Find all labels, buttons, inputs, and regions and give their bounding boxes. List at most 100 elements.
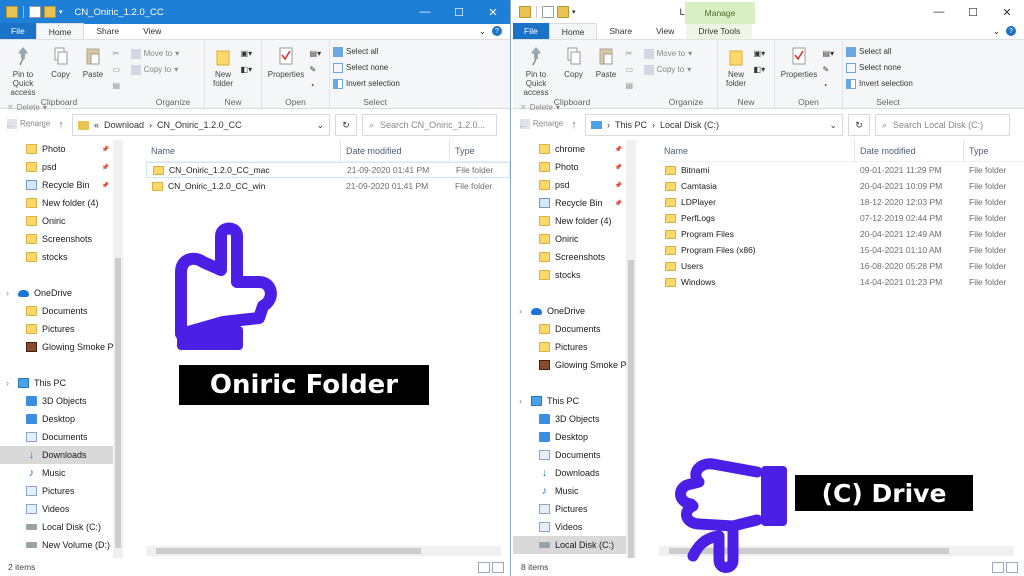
nav-item[interactable]: New folder (4) (0, 194, 123, 212)
search-input[interactable]: ⌕ Search Local Disk (C:) (875, 114, 1010, 136)
chevron-down-icon[interactable]: ▾ (572, 8, 576, 16)
chevron-down-icon[interactable]: ⌄ (993, 26, 1000, 37)
nav-item[interactable]: Glowing Smoke Phot (513, 356, 636, 374)
chevron-down-icon[interactable]: ⌄ (829, 120, 837, 131)
nav-scrollbar-thumb[interactable] (628, 260, 634, 558)
tab-file[interactable]: File (513, 23, 549, 39)
details-view-icon[interactable] (992, 561, 1004, 573)
properties-button[interactable]: Properties (265, 43, 307, 79)
recent-locations-icon[interactable]: ⌄ (551, 121, 563, 130)
nav-item[interactable]: Pictures (0, 320, 123, 338)
file-row[interactable]: PerfLogs 07-12-2019 02:44 PM File folder (659, 210, 1024, 226)
nav-item[interactable]: Documents (0, 302, 123, 320)
column-header-name[interactable]: Name (146, 139, 341, 162)
nav-item[interactable]: New Volume (D:) (0, 536, 123, 554)
tab-home[interactable]: Home (548, 23, 598, 39)
tab-view[interactable]: View (131, 23, 173, 39)
new-item-icon[interactable]: ▣▾ (754, 47, 766, 60)
nav-item[interactable]: Local Disk (C:) (513, 536, 636, 554)
address-overflow[interactable]: « (94, 120, 99, 130)
nav-item[interactable]: New folder (4) (513, 212, 636, 230)
properties-icon[interactable] (542, 6, 554, 18)
copy-path-icon[interactable]: ▭ (626, 63, 634, 76)
history-icon[interactable]: ◔ (823, 79, 835, 92)
chevron-down-icon[interactable]: ⌄ (479, 26, 486, 37)
large-icons-view-icon[interactable] (492, 561, 504, 573)
nav-item[interactable]: ↓ Downloads (513, 464, 636, 482)
nav-item[interactable]: ♪ Music (0, 464, 123, 482)
chevron-down-icon[interactable]: ⌄ (316, 120, 324, 131)
open-icon[interactable]: ▤▾ (823, 47, 835, 60)
address-bar[interactable]: « Download › CN_Oniric_1.2.0_CC ⌄ (72, 114, 330, 136)
easy-access-icon[interactable]: ◧▾ (241, 63, 253, 76)
tab-manage[interactable]: Manage (685, 2, 755, 24)
refresh-button[interactable]: ↻ (848, 114, 870, 136)
column-header-date[interactable]: Date modified (855, 139, 964, 162)
file-row[interactable]: Windows 14-04-2021 01:23 PM File folder (659, 274, 1024, 290)
select-none-button[interactable]: Select none (846, 61, 913, 74)
file-row[interactable]: Users 16-08-2020 05:28 PM File folder (659, 258, 1024, 274)
nav-item[interactable]: Oniric (0, 212, 123, 230)
select-all-button[interactable]: Select all (333, 45, 400, 58)
nav-item[interactable]: Recycle Bin 📌 (0, 176, 123, 194)
paste-shortcut-icon[interactable]: ▤ (626, 79, 634, 92)
edit-icon[interactable]: ✎ (310, 63, 322, 76)
move-to-button[interactable]: Move to ▾ (130, 47, 179, 60)
file-row[interactable]: CN_Oniric_1.2.0_CC_win 21-09-2020 01:41 P… (146, 178, 510, 194)
file-row[interactable]: Bitnami 09-01-2021 11:29 PM File folder (659, 162, 1024, 178)
column-header-type[interactable]: Type (964, 140, 1024, 162)
nav-item[interactable]: Pictures (513, 500, 636, 518)
copy-button[interactable]: Copy (46, 43, 76, 79)
tab-share[interactable]: Share (84, 23, 131, 39)
maximize-button[interactable]: ☐ (956, 0, 990, 24)
tab-share[interactable]: Share (597, 23, 644, 39)
up-arrow-icon[interactable]: ↑ (568, 119, 580, 131)
file-row[interactable]: Camtasia 20-04-2021 10:09 PM File folder (659, 178, 1024, 194)
paste-button[interactable]: Paste (591, 43, 621, 79)
nav-item[interactable]: Documents (0, 428, 123, 446)
chevron-down-icon[interactable]: ▾ (59, 8, 63, 16)
nav-item[interactable]: › This PC (0, 374, 123, 392)
column-header-name[interactable]: Name (659, 139, 855, 162)
nav-item[interactable]: Pictures (0, 482, 123, 500)
nav-item[interactable]: › OneDrive (0, 284, 123, 302)
nav-item[interactable]: Oniric (513, 230, 636, 248)
breadcrumb-current[interactable]: Local Disk (C:) (660, 120, 719, 130)
nav-item[interactable]: Desktop (513, 428, 636, 446)
nav-item[interactable]: Desktop (0, 410, 123, 428)
nav-scrollbar[interactable] (626, 140, 636, 558)
file-row[interactable]: Program Files 20-04-2021 12:49 AM File fol… (659, 226, 1024, 242)
copy-button[interactable]: Copy (559, 43, 589, 79)
nav-item[interactable]: ♪ Music (513, 482, 636, 500)
nav-item[interactable]: 3D Objects (0, 392, 123, 410)
nav-item[interactable]: stocks (0, 248, 123, 266)
tab-view[interactable]: View (644, 23, 686, 39)
nav-item[interactable]: psd 📌 (0, 158, 123, 176)
pin-to-quick-access-button[interactable]: Pin to Quick access (3, 43, 43, 97)
history-icon[interactable]: ◔ (310, 79, 322, 92)
tab-file[interactable]: File (0, 23, 36, 39)
new-item-icon[interactable]: ▣▾ (241, 47, 253, 60)
paste-shortcut-icon[interactable]: ▤ (113, 79, 121, 92)
expand-chevron-icon[interactable]: › (519, 396, 522, 406)
properties-icon[interactable] (29, 6, 41, 18)
new-folder-icon[interactable] (557, 6, 569, 18)
horizontal-scrollbar[interactable] (146, 546, 501, 556)
nav-item[interactable]: Glowing Smoke Phot (0, 338, 123, 356)
tab-home[interactable]: Home (35, 23, 85, 39)
forward-arrow-icon[interactable]: → (21, 119, 33, 131)
nav-item[interactable]: Recycle Bin 📌 (513, 194, 636, 212)
nav-scrollbar[interactable] (113, 140, 123, 558)
nav-item[interactable]: Videos (0, 500, 123, 518)
nav-item[interactable]: psd 📌 (513, 176, 636, 194)
nav-item[interactable]: chrome 📌 (513, 140, 636, 158)
copy-to-button[interactable]: Copy to ▾ (643, 63, 692, 76)
search-input[interactable]: ⌕ Search CN_Oniric_1.2.0... (362, 114, 497, 136)
breadcrumb-download[interactable]: Download (104, 120, 144, 130)
refresh-button[interactable]: ↻ (335, 114, 357, 136)
cut-icon[interactable]: ✂ (113, 47, 121, 60)
nav-item[interactable]: Pictures (513, 338, 636, 356)
paste-button[interactable]: Paste (78, 43, 108, 79)
up-arrow-icon[interactable]: ↑ (55, 119, 67, 131)
maximize-button[interactable]: ☐ (442, 0, 476, 24)
